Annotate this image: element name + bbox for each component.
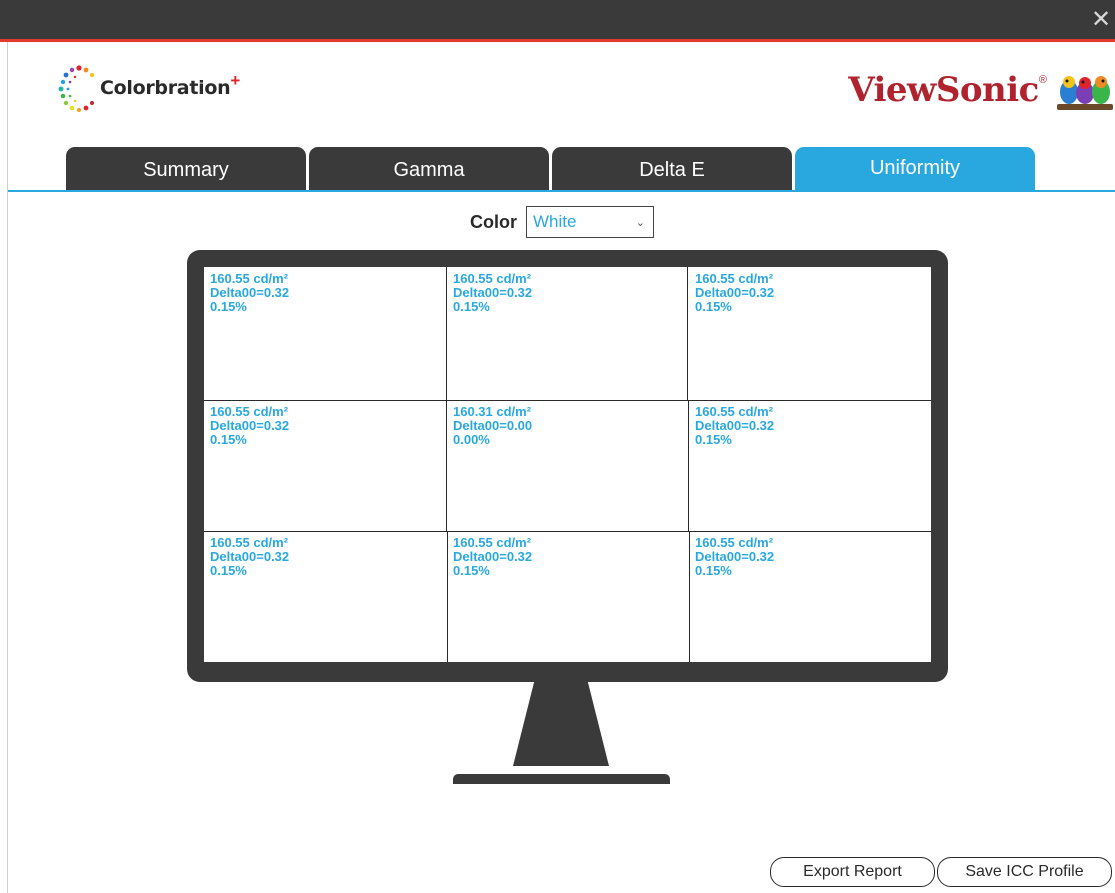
uniformity-grid: 160.55 cd/m² Delta00=0.32 0.15% 160.55 c… bbox=[203, 266, 932, 663]
cell-percent: 0.15% bbox=[210, 563, 247, 578]
uniformity-cell-bottom-left: 160.55 cd/m² Delta00=0.32 0.15% bbox=[204, 531, 447, 662]
cell-percent: 0.15% bbox=[210, 432, 247, 447]
color-selector-row: Color White ⌄ bbox=[470, 206, 654, 238]
cell-percent: 0.15% bbox=[453, 563, 490, 578]
cell-delta: Delta00=0.32 bbox=[210, 285, 290, 300]
title-bar: ✕ bbox=[0, 0, 1115, 42]
tab-uniformity[interactable]: Uniformity bbox=[795, 147, 1035, 191]
cell-percent: 0.15% bbox=[453, 299, 490, 314]
grid-divider bbox=[446, 400, 447, 531]
uniformity-cell-middle-right: 160.55 cd/m² Delta00=0.32 0.15% bbox=[689, 400, 931, 531]
cell-delta: Delta00=0.32 bbox=[210, 418, 290, 433]
grid-divider bbox=[204, 400, 931, 401]
cell-luminance: 160.55 cd/m² bbox=[695, 535, 774, 550]
cell-percent: 0.15% bbox=[695, 432, 732, 447]
cell-percent: 0.00% bbox=[453, 432, 490, 447]
cell-delta: Delta00=0.32 bbox=[453, 549, 533, 564]
colorbration-logo-text: Colorbration bbox=[100, 77, 231, 99]
grid-divider bbox=[447, 531, 448, 662]
viewsonic-registered-mark: ® bbox=[1038, 74, 1047, 86]
cell-delta: Delta00=0.32 bbox=[695, 418, 775, 433]
cell-percent: 0.15% bbox=[695, 563, 732, 578]
grid-divider bbox=[204, 531, 931, 532]
cell-delta: Delta00=0.32 bbox=[695, 549, 775, 564]
tab-underline bbox=[8, 190, 1115, 192]
colorbration-logo: Colorbration + bbox=[55, 58, 240, 118]
cell-luminance: 160.55 cd/m² bbox=[210, 271, 289, 286]
uniformity-cell-bottom-center: 160.55 cd/m² Delta00=0.32 0.15% bbox=[447, 531, 689, 662]
uniformity-cell-middle-left: 160.55 cd/m² Delta00=0.32 0.15% bbox=[204, 400, 447, 531]
color-label: Color bbox=[470, 211, 517, 232]
monitor-stand bbox=[513, 682, 609, 766]
save-icc-profile-button[interactable]: Save ICC Profile bbox=[937, 857, 1112, 887]
viewsonic-birds-icon bbox=[1057, 76, 1113, 110]
cell-luminance: 160.55 cd/m² bbox=[453, 271, 532, 286]
cell-delta: Delta00=0.00 bbox=[453, 418, 533, 433]
export-report-button[interactable]: Export Report bbox=[770, 857, 935, 887]
color-select[interactable]: White ⌄ bbox=[526, 206, 654, 238]
cell-luminance: 160.55 cd/m² bbox=[695, 271, 774, 286]
cell-luminance: 160.55 cd/m² bbox=[695, 404, 774, 419]
monitor-base bbox=[453, 774, 670, 784]
tab-summary[interactable]: Summary bbox=[66, 147, 306, 191]
colorbration-logo-plus: + bbox=[230, 71, 241, 90]
tab-gamma[interactable]: Gamma bbox=[309, 147, 549, 191]
cell-percent: 0.15% bbox=[695, 299, 732, 314]
grid-divider bbox=[688, 400, 689, 531]
uniformity-cell-center: 160.31 cd/m² Delta00=0.00 0.00% bbox=[447, 400, 689, 531]
uniformity-cell-top-left: 160.55 cd/m² Delta00=0.32 0.15% bbox=[204, 267, 447, 400]
cell-luminance: 160.55 cd/m² bbox=[210, 535, 289, 550]
grid-divider bbox=[687, 267, 688, 400]
tab-delta-e[interactable]: Delta E bbox=[552, 147, 792, 191]
cell-percent: 0.15% bbox=[210, 299, 247, 314]
grid-divider bbox=[446, 267, 447, 400]
uniformity-cell-top-right: 160.55 cd/m² Delta00=0.32 0.15% bbox=[689, 267, 931, 400]
color-select-value: White bbox=[533, 212, 577, 231]
chevron-down-icon: ⌄ bbox=[635, 216, 645, 229]
grid-divider bbox=[689, 531, 690, 662]
close-icon[interactable]: ✕ bbox=[1089, 7, 1113, 33]
colorbration-logo-icon bbox=[58, 65, 95, 113]
cell-delta: Delta00=0.32 bbox=[695, 285, 775, 300]
window-left-border bbox=[0, 42, 8, 893]
cell-delta: Delta00=0.32 bbox=[453, 285, 533, 300]
cell-luminance: 160.31 cd/m² bbox=[453, 404, 532, 419]
uniformity-cell-bottom-right: 160.55 cd/m² Delta00=0.32 0.15% bbox=[689, 531, 931, 662]
cell-luminance: 160.55 cd/m² bbox=[453, 535, 532, 550]
viewsonic-logo-text: ViewSonic bbox=[848, 70, 1039, 110]
uniformity-cell-top-center: 160.55 cd/m² Delta00=0.32 0.15% bbox=[447, 267, 689, 400]
cell-luminance: 160.55 cd/m² bbox=[210, 404, 289, 419]
cell-delta: Delta00=0.32 bbox=[210, 549, 290, 564]
viewsonic-logo: ViewSonic ® bbox=[848, 60, 1115, 120]
